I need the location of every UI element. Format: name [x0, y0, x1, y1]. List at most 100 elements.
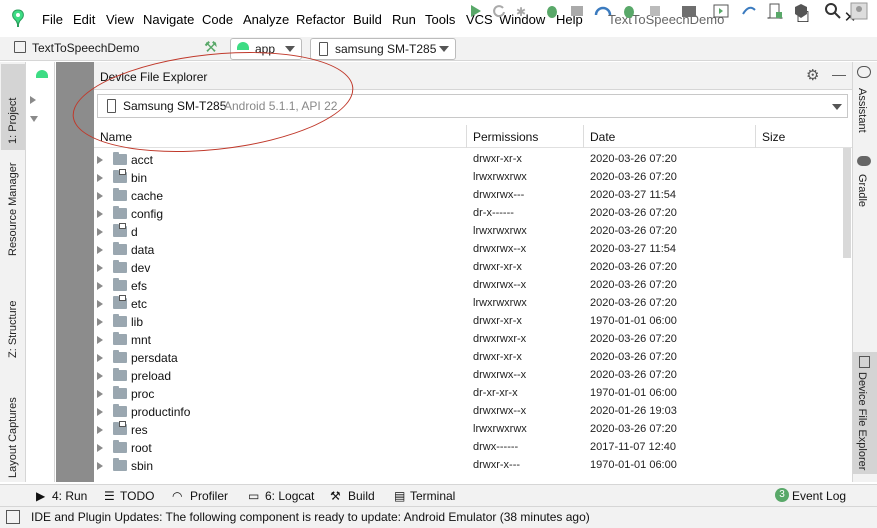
col-header-permissions[interactable]: Permissions [473, 130, 538, 144]
tool-tab-terminal[interactable]: Terminal [410, 489, 455, 503]
tool-tab-structure[interactable]: Z: Structure [7, 298, 19, 358]
project-structure-icon[interactable] [680, 2, 698, 20]
table-row[interactable]: lib drwxr-xr-x 1970-01-01 06:00 [94, 313, 844, 331]
expand-arrow-icon[interactable] [97, 156, 103, 164]
apply-changes-icon[interactable] [490, 2, 508, 20]
tree-collapse-icon[interactable] [30, 116, 38, 122]
table-row[interactable]: sbin drwxr-x--- 1970-01-01 06:00 [94, 457, 844, 475]
expand-arrow-icon[interactable] [97, 426, 103, 434]
stop-icon[interactable] [646, 2, 664, 20]
tool-tab-project[interactable]: 1: Project [7, 72, 19, 144]
expand-arrow-icon[interactable] [97, 444, 103, 452]
table-row[interactable]: root drwx------ 2017-11-07 12:40 [94, 439, 844, 457]
expand-arrow-icon[interactable] [97, 462, 103, 470]
table-row[interactable]: data drwxrwx--x 2020-03-27 11:54 [94, 241, 844, 259]
profiler-icon[interactable]: ◠ [172, 489, 182, 503]
status-message[interactable]: IDE and Plugin Updates: The following co… [31, 510, 590, 524]
expand-arrow-icon[interactable] [97, 300, 103, 308]
column-divider[interactable] [466, 125, 467, 148]
terminal-icon[interactable]: ▤ [394, 489, 405, 503]
menu-view[interactable]: View [106, 12, 134, 27]
debug-test-icon[interactable] [620, 2, 638, 20]
device-select[interactable]: samsung SM-T285 [310, 38, 456, 60]
expand-arrow-icon[interactable] [97, 372, 103, 380]
menu-tools[interactable]: Tools [425, 12, 455, 27]
table-row[interactable]: productinfo drwxrwx--x 2020-01-26 19:03 [94, 403, 844, 421]
run-icon[interactable] [466, 2, 484, 20]
column-divider[interactable] [583, 125, 584, 148]
tool-tab-resource-manager[interactable]: Resource Manager [7, 160, 19, 256]
expand-arrow-icon[interactable] [97, 174, 103, 182]
project-folder-icon [14, 41, 26, 53]
menu-build[interactable]: Build [353, 12, 382, 27]
tool-tab-assistant[interactable]: Assistant [856, 88, 868, 133]
table-row[interactable]: proc dr-xr-xr-x 1970-01-01 06:00 [94, 385, 844, 403]
table-row[interactable]: preload drwxrwx--x 2020-03-26 07:20 [94, 367, 844, 385]
vertical-scrollbar[interactable] [843, 148, 851, 258]
tool-tab-gradle[interactable]: Gradle [856, 174, 868, 207]
search-icon[interactable] [824, 2, 842, 20]
gear-icon[interactable]: ⚙ [806, 66, 819, 84]
file-permissions: drwxr-xr-x [473, 153, 522, 165]
table-row[interactable]: efs drwxrwx--x 2020-03-26 07:20 [94, 277, 844, 295]
build-icon[interactable]: ⚒ [330, 489, 341, 503]
table-row[interactable]: dev drwxr-xr-x 2020-03-26 07:20 [94, 259, 844, 277]
expand-arrow-icon[interactable] [97, 246, 103, 254]
event-log-count-badge: 3 [775, 488, 789, 502]
apply-code-changes-icon[interactable]: ✱ [514, 2, 532, 20]
expand-arrow-icon[interactable] [97, 210, 103, 218]
avd-manager-icon[interactable] [712, 2, 730, 20]
hide-panel-icon[interactable]: — [832, 66, 846, 82]
menu-refactor[interactable]: Refactor [296, 12, 345, 27]
run-tool-icon[interactable]: ▶ [36, 489, 45, 503]
sdk-manager-icon[interactable] [792, 2, 810, 20]
expand-arrow-icon[interactable] [97, 228, 103, 236]
menu-file[interactable]: File [42, 12, 63, 27]
status-panel-icon[interactable] [6, 510, 20, 524]
device-manager-icon[interactable] [766, 2, 784, 20]
menu-code[interactable]: Code [202, 12, 233, 27]
expand-arrow-icon[interactable] [97, 354, 103, 362]
account-icon[interactable] [850, 2, 868, 20]
menu-edit[interactable]: Edit [73, 12, 95, 27]
expand-arrow-icon[interactable] [97, 390, 103, 398]
expand-arrow-icon[interactable] [97, 264, 103, 272]
table-row[interactable]: bin lrwxrwxrwx 2020-03-26 07:20 [94, 169, 844, 187]
table-row[interactable]: res lrwxrwxrwx 2020-03-26 07:20 [94, 421, 844, 439]
tool-tab-todo[interactable]: TODO [120, 489, 154, 503]
col-header-date[interactable]: Date [590, 130, 615, 144]
expand-arrow-icon[interactable] [97, 318, 103, 326]
tool-tab-device-file-explorer[interactable]: Device File Explorer [856, 372, 868, 470]
expand-arrow-icon[interactable] [97, 408, 103, 416]
sync-gradle-icon[interactable] [740, 2, 758, 20]
tool-tab-run[interactable]: 4: Run [52, 489, 87, 503]
profiler-icon[interactable] [594, 2, 612, 20]
file-permissions: lrwxrwxrwx [473, 225, 527, 237]
table-row[interactable]: cache drwxrwx--- 2020-03-27 11:54 [94, 187, 844, 205]
tool-tab-layout-captures[interactable]: Layout Captures [7, 397, 19, 478]
table-row[interactable]: acct drwxr-xr-x 2020-03-26 07:20 [94, 151, 844, 169]
table-row[interactable]: d lrwxrwxrwx 2020-03-26 07:20 [94, 223, 844, 241]
menu-navigate[interactable]: Navigate [143, 12, 194, 27]
debug-icon[interactable] [543, 2, 561, 20]
tree-expand-icon[interactable] [30, 96, 36, 104]
column-divider[interactable] [755, 125, 756, 148]
tool-tab-event-log[interactable]: Event Log [792, 489, 846, 503]
table-row[interactable]: mnt drwxrwxr-x 2020-03-26 07:20 [94, 331, 844, 349]
tool-tab-logcat[interactable]: 6: Logcat [265, 489, 314, 503]
table-row[interactable]: etc lrwxrwxrwx 2020-03-26 07:20 [94, 295, 844, 313]
table-row[interactable]: persdata drwxr-xr-x 2020-03-26 07:20 [94, 349, 844, 367]
table-row[interactable]: config dr-x------ 2020-03-26 07:20 [94, 205, 844, 223]
attach-debugger-icon[interactable] [568, 2, 586, 20]
tool-tab-build[interactable]: Build [348, 489, 375, 503]
project-breadcrumb[interactable]: TextToSpeechDemo [32, 41, 139, 55]
col-header-size[interactable]: Size [762, 130, 785, 144]
expand-arrow-icon[interactable] [97, 336, 103, 344]
tool-tab-profiler[interactable]: Profiler [190, 489, 228, 503]
menu-run[interactable]: Run [392, 12, 416, 27]
todo-icon[interactable]: ☰ [104, 489, 115, 503]
menu-analyze[interactable]: Analyze [243, 12, 289, 27]
expand-arrow-icon[interactable] [97, 192, 103, 200]
expand-arrow-icon[interactable] [97, 282, 103, 290]
logcat-icon[interactable]: ▭ [248, 489, 259, 503]
